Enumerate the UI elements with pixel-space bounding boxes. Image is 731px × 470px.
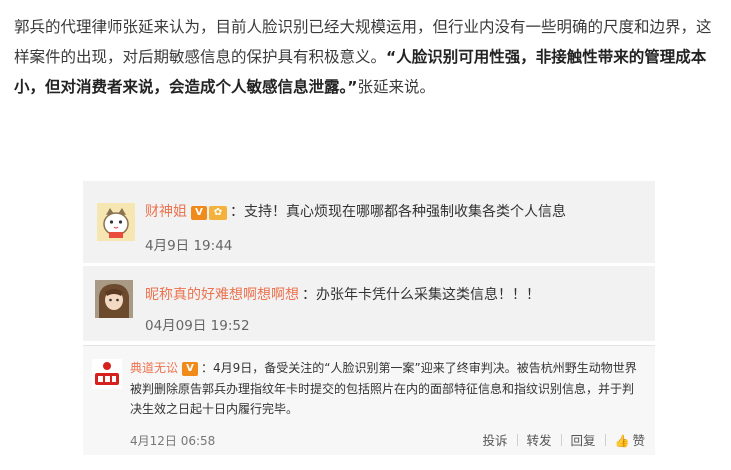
reply-button[interactable]: 回复 (571, 430, 596, 449)
comment-time: 04月09日 19:52 (145, 318, 250, 334)
comment-username[interactable]: 财神姐 (145, 204, 187, 220)
comment-line: 典道无讼 V ：4月9日，备受关注的“人脸识别第一案”迎来了终审判决。被告杭州野生动… (130, 358, 645, 420)
colon-separator: ： (302, 287, 316, 303)
comment-card: 昵称真的好难想啊想啊想 ：办张年卡凭什么采集这类信息！！！ 04月09日 19:5… (83, 266, 655, 341)
article-attribution: 张延来说。 (357, 78, 435, 96)
vip-badge-icon: ✿ (209, 206, 227, 220)
comment-actions: 投诉 转发 回复 👍 赞 (482, 430, 645, 449)
logo-avatar-icon (92, 359, 122, 389)
comment-username[interactable]: 典道无讼 (130, 361, 178, 375)
divider (516, 433, 518, 446)
report-button[interactable]: 投诉 (482, 430, 507, 449)
like-button[interactable]: 👍 赞 (615, 430, 645, 449)
avatar[interactable] (95, 280, 133, 318)
like-label: 赞 (632, 433, 645, 448)
avatar[interactable] (97, 203, 135, 241)
colon-separator: ： (201, 361, 214, 375)
colon-separator: ： (230, 204, 244, 220)
thumbs-up-icon: 👍 (614, 434, 630, 448)
forward-button[interactable]: 转发 (527, 430, 552, 449)
article-paragraph: 郭兵的代理律师张延来认为，目前人脸识别已经大规模运用，但行业内没有一些明确的尺度… (14, 12, 720, 102)
comment-text: 办张年卡凭什么采集这类信息！！！ (316, 287, 540, 303)
divider (560, 433, 562, 446)
comment-text: 支持！真心烦现在哪哪都各种强制收集各类个人信息 (244, 204, 566, 220)
comment-time: 4月12日 06:58 (130, 434, 216, 448)
comment-card: 财神姐 V ✿ ：支持！真心烦现在哪哪都各种强制收集各类个人信息 4月9日 19:44 (83, 181, 655, 263)
verified-badge-icon: V (191, 206, 207, 220)
divider (604, 433, 606, 446)
anime-avatar-icon (95, 280, 133, 318)
comment-username[interactable]: 昵称真的好难想啊想啊想 (145, 287, 299, 303)
comment-line: 财神姐 V ✿ ：支持！真心烦现在哪哪都各种强制收集各类个人信息 (145, 201, 566, 221)
verified-badge-icon: V (182, 362, 199, 376)
comment-line: 昵称真的好难想啊想啊想 ：办张年卡凭什么采集这类信息！！！ (145, 284, 540, 304)
comment-card: 典道无讼 V ：4月9日，备受关注的“人脸识别第一案”迎来了终审判决。被告杭州野生动… (83, 345, 655, 455)
cat-avatar-icon (97, 203, 135, 241)
avatar[interactable] (92, 359, 122, 389)
comment-time: 4月9日 19:44 (145, 238, 233, 254)
